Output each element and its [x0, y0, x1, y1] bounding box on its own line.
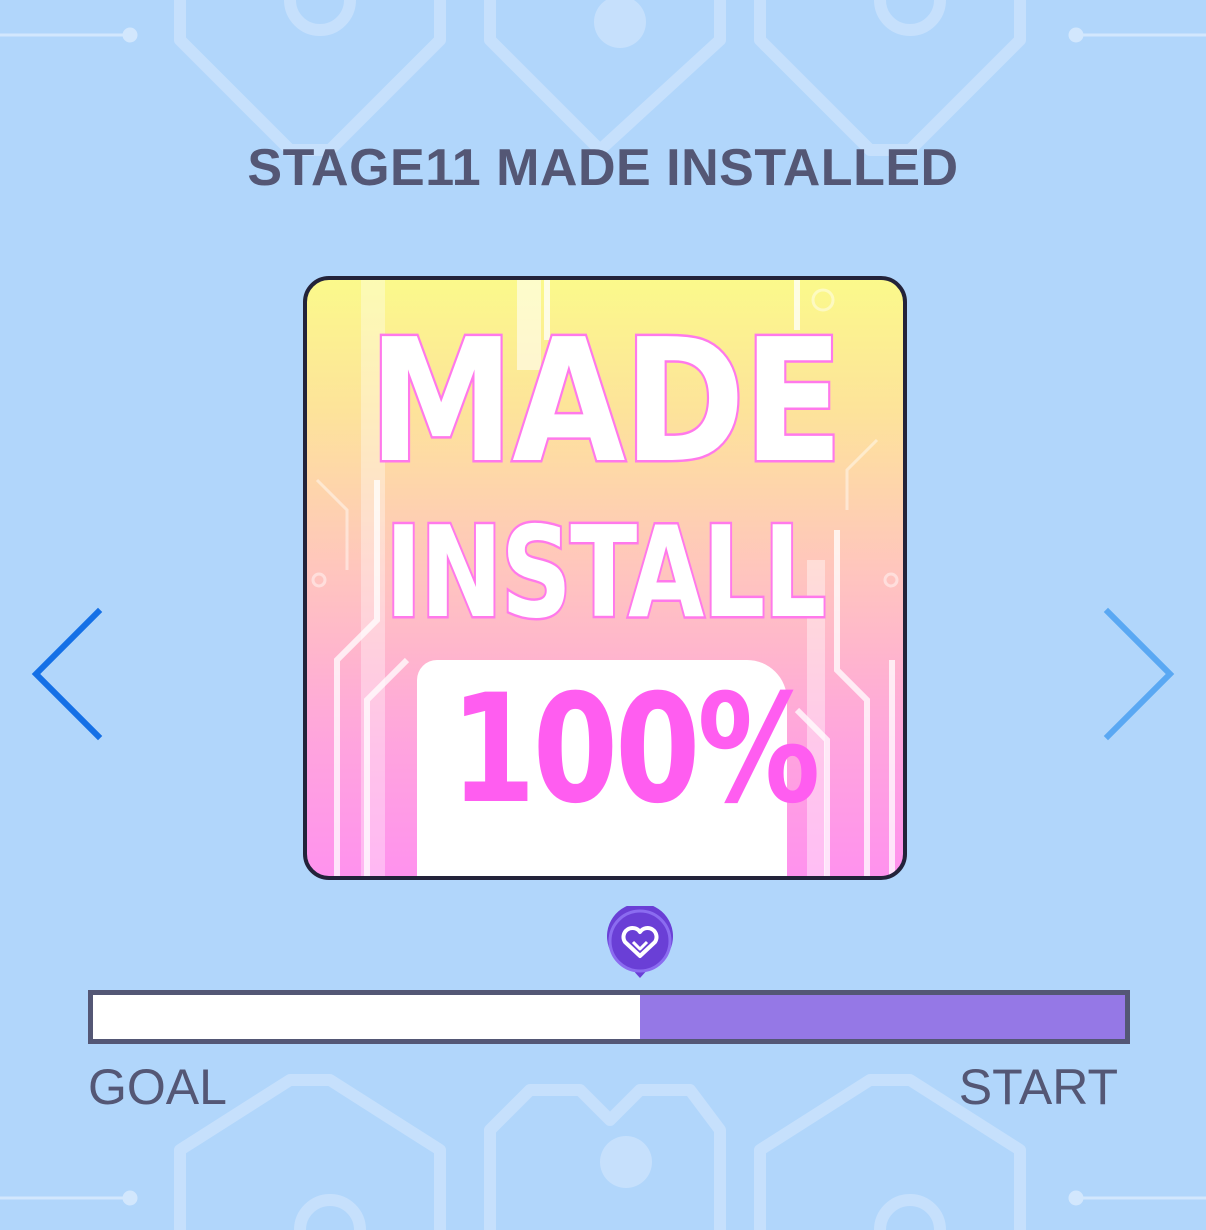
progress-remaining-segment [93, 995, 640, 1039]
stage-progress-bar [88, 990, 1130, 1044]
chevron-left-icon [31, 607, 103, 741]
next-stage-button[interactable] [1096, 600, 1186, 750]
stage-jacket-card: MADE INSTALL 100% [303, 276, 907, 880]
card-title-line1: MADE [366, 301, 845, 504]
chevron-right-icon [1103, 607, 1175, 741]
previous-stage-button[interactable] [20, 600, 110, 750]
card-percent-text: 100% [450, 663, 820, 837]
card-title-line2: INSTALL [383, 499, 828, 646]
heart-icon [606, 903, 673, 978]
goal-label: GOAL [88, 1059, 227, 1115]
start-label: START [958, 1059, 1118, 1115]
progress-position-marker [605, 903, 675, 986]
stage-title: STAGE11 MADE INSTALLED [247, 139, 959, 197]
